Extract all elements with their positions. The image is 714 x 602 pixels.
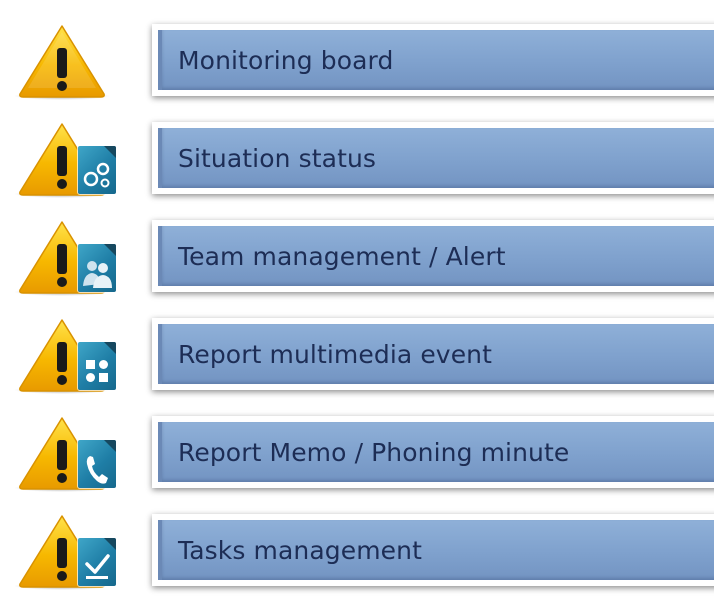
report-memo-phoning-minute-button[interactable]: Report Memo / Phoning minute (158, 422, 714, 482)
report-memo-button-frame: Report Memo / Phoning minute (152, 416, 714, 488)
warning-icon (14, 218, 116, 296)
warning-icon (14, 512, 116, 590)
monitoring-board-button-frame: Monitoring board (152, 24, 714, 96)
tasks-icon (78, 538, 116, 586)
report-multimedia-event-button[interactable]: Report multimedia event (158, 324, 714, 384)
phone-icon (78, 440, 116, 488)
warning-icon (14, 120, 116, 198)
tasks-management-button[interactable]: Tasks management (158, 520, 714, 580)
report-multimedia-button-frame: Report multimedia event (152, 318, 714, 390)
warning-icon (14, 414, 116, 492)
gears-icon (78, 146, 116, 194)
tasks-management-button-frame: Tasks management (152, 514, 714, 586)
situation-status-button-frame: Situation status (152, 122, 714, 194)
menu-row-monitoring-board: Monitoring board (0, 22, 714, 112)
warning-icon (14, 22, 116, 100)
warning-icon (14, 316, 116, 394)
monitoring-board-button[interactable]: Monitoring board (158, 30, 714, 90)
menu-row-report-memo: Report Memo / Phoning minute (0, 414, 714, 504)
multimedia-icon (78, 342, 116, 390)
situation-status-button[interactable]: Situation status (158, 128, 714, 188)
menu-row-team-management: Team management / Alert (0, 218, 714, 308)
menu-row-report-multimedia: Report multimedia event (0, 316, 714, 406)
team-icon (78, 244, 116, 292)
menu-row-situation-status: Situation status (0, 120, 714, 210)
team-management-alert-button[interactable]: Team management / Alert (158, 226, 714, 286)
menu-row-tasks-management: Tasks management (0, 512, 714, 602)
team-management-button-frame: Team management / Alert (152, 220, 714, 292)
